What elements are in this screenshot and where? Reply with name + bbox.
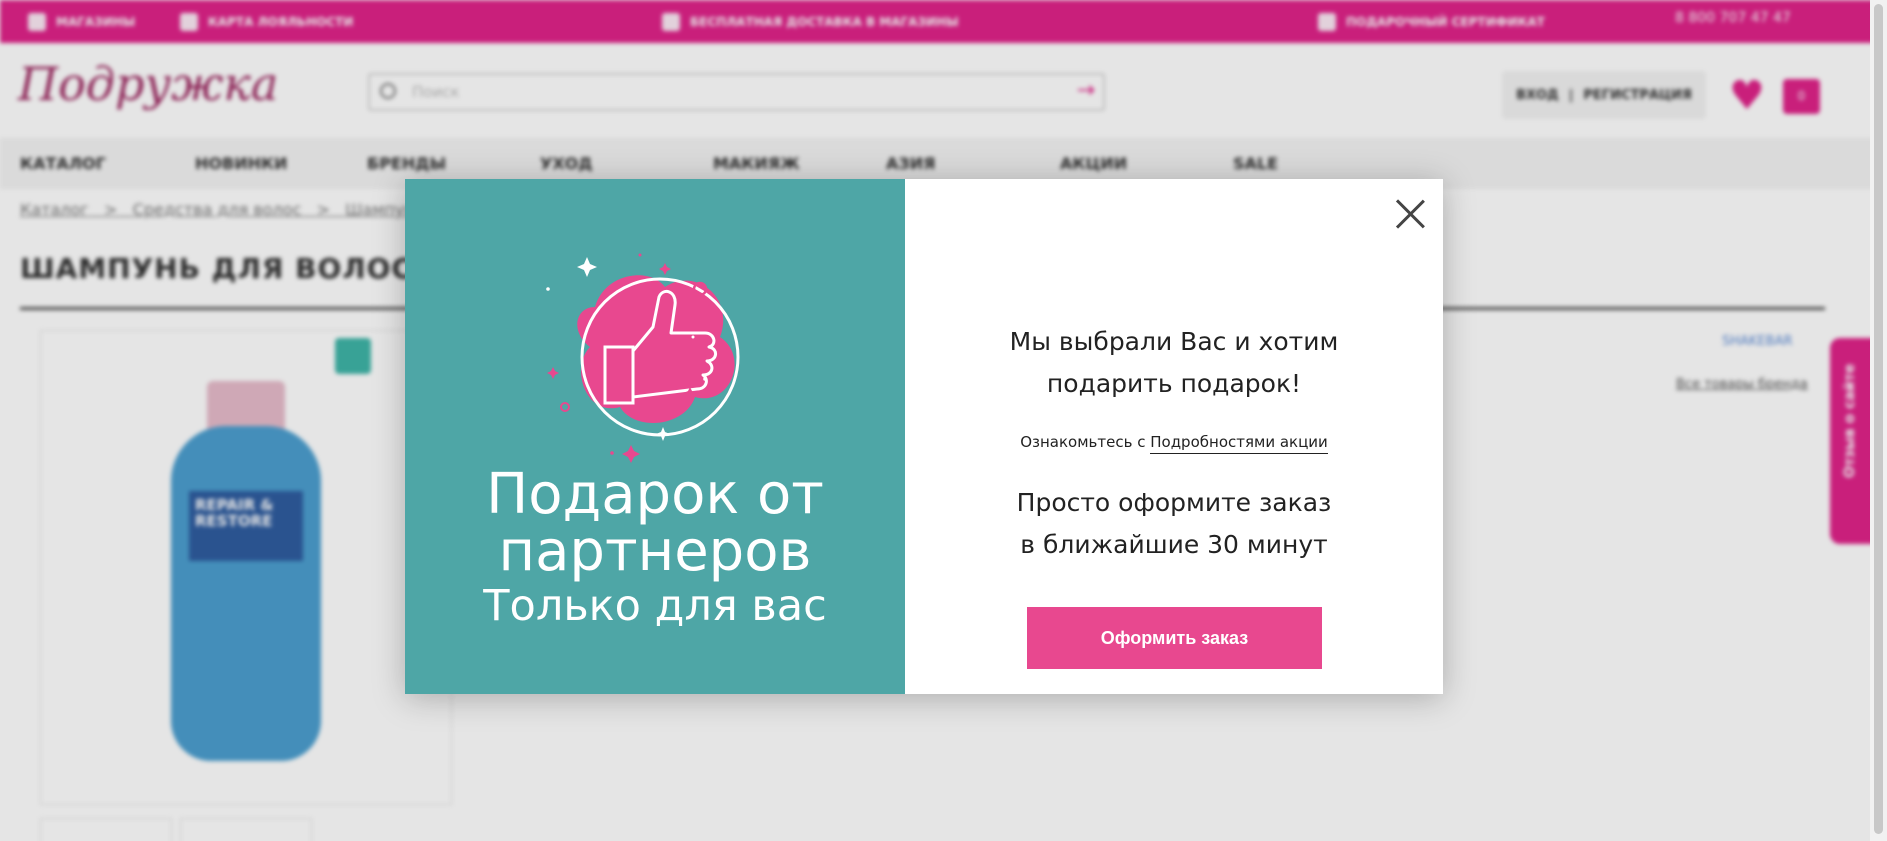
modal-headline: Мы выбрали Вас и хотим подарить подарок! [905, 321, 1443, 405]
page-scrollbar[interactable] [1870, 0, 1887, 841]
modal-headline-text: Мы выбрали Вас и хотим подарить подарок! [1009, 327, 1339, 398]
promo-details: Ознакомьтесь с Подробностями акции [905, 433, 1443, 454]
modal-subtext-text: Просто оформите заказ в ближайшие 30 мин… [1016, 488, 1332, 559]
modal-content-panel: Мы выбрали Вас и хотим подарить подарок!… [905, 179, 1443, 694]
checkout-button[interactable]: Оформить заказ [1027, 607, 1322, 669]
details-prefix: Ознакомьтесь с [1020, 433, 1146, 451]
modal-subtext: Просто оформите заказ в ближайшие 30 мин… [905, 482, 1443, 566]
scrollbar-thumb[interactable] [1874, 4, 1883, 834]
gift-modal: Подарок от партнеров Только для вас Мы в… [405, 179, 1443, 694]
modal-promo-panel: Подарок от партнеров Только для вас [405, 179, 905, 694]
close-icon[interactable] [1393, 197, 1427, 231]
promo-subtitle: Только для вас [483, 581, 827, 631]
promo-title-line2: партнеров [498, 519, 812, 584]
promo-title-line1: Подарок от [486, 462, 824, 527]
thumbs-up-icon [546, 253, 740, 463]
promo-details-link[interactable]: Подробностями акции [1150, 433, 1328, 454]
